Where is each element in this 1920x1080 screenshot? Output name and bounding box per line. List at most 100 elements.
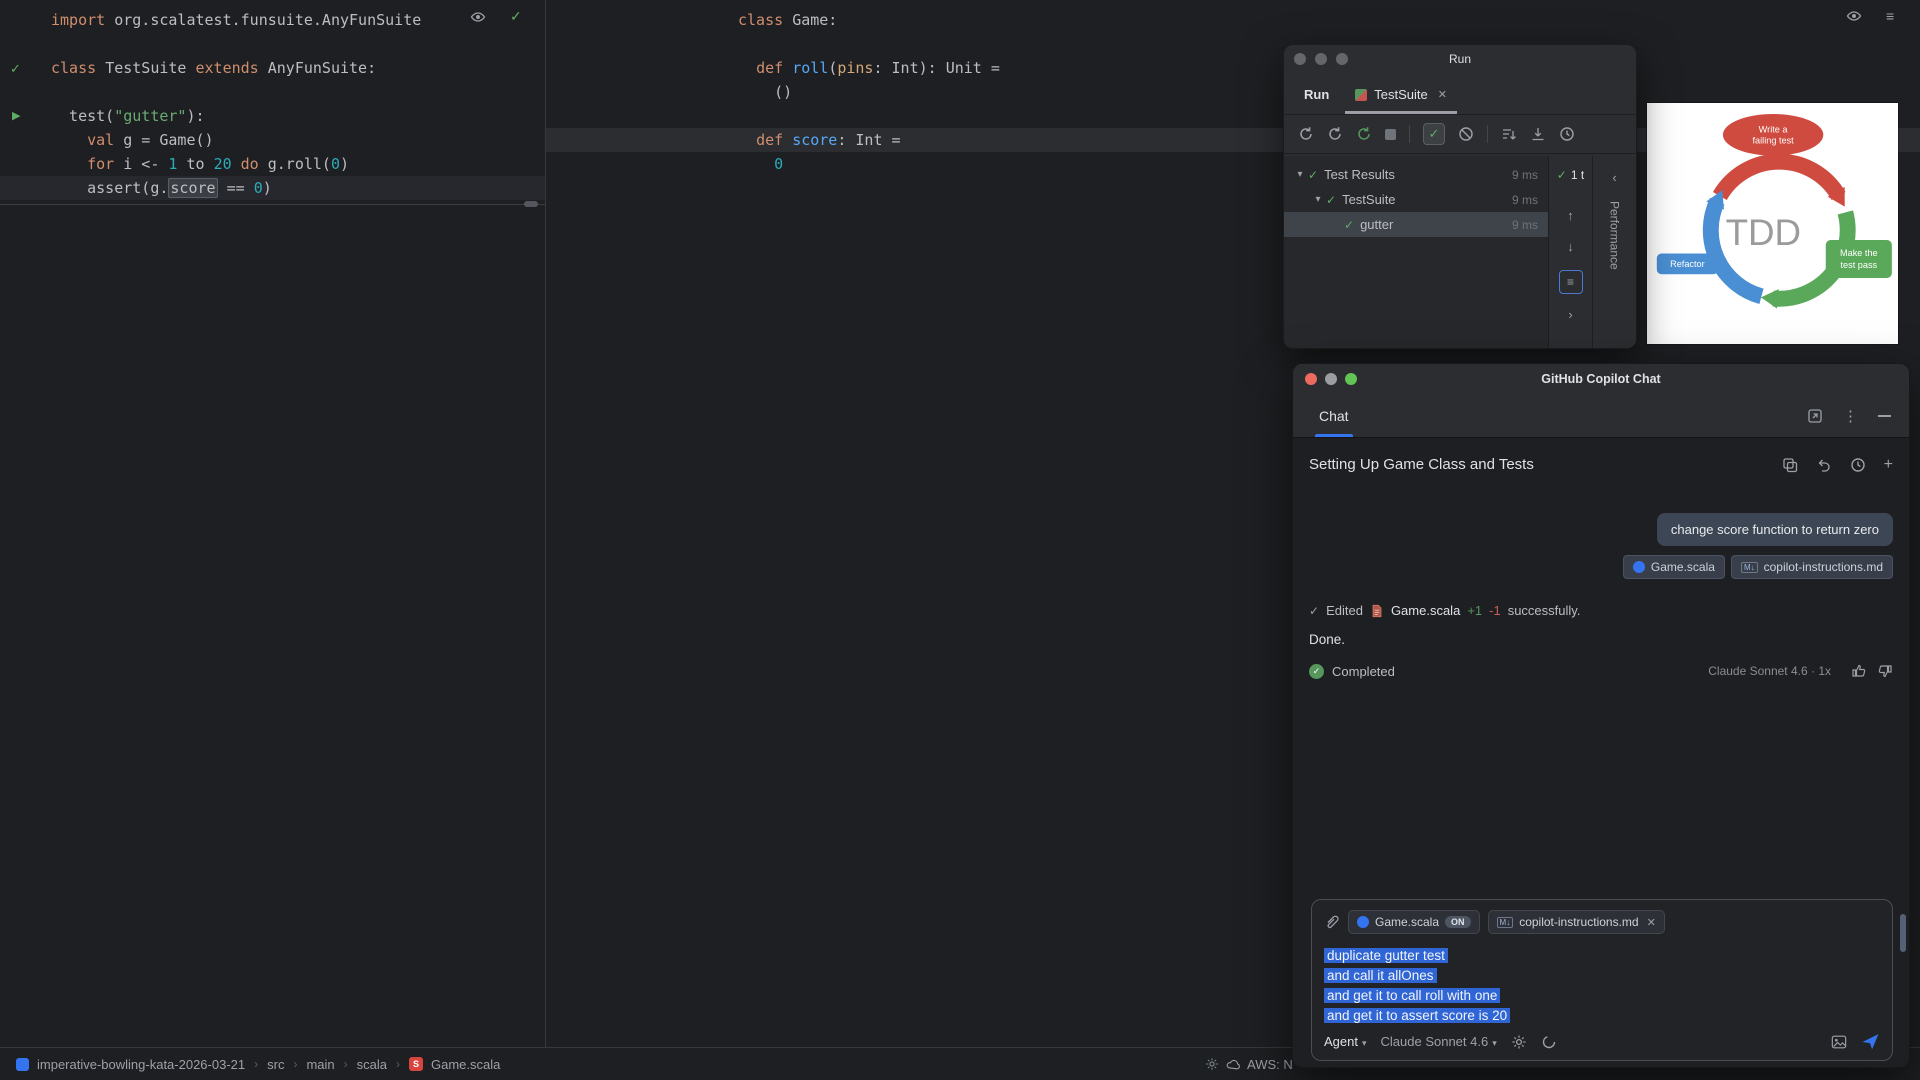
chat-input-box[interactable]: Game.scala ON M↓ copilot-instructions.md… bbox=[1311, 899, 1893, 1061]
mode-dropdown[interactable]: Agent ▾ bbox=[1324, 1034, 1367, 1049]
close-window-button[interactable] bbox=[1305, 373, 1317, 385]
code-line[interactable]: () bbox=[546, 80, 1920, 104]
auto-retest-icon[interactable] bbox=[1356, 126, 1372, 142]
minimize-window-button[interactable] bbox=[1325, 373, 1337, 385]
previous-failed-test-icon[interactable]: ↑ bbox=[1567, 208, 1574, 223]
minimize-window-button[interactable] bbox=[1315, 52, 1327, 65]
test-filter-icon[interactable]: ≡ bbox=[1558, 270, 1583, 294]
tests-passed-icon: ✓ bbox=[1556, 168, 1567, 182]
close-icon[interactable]: ✕ bbox=[1438, 88, 1447, 101]
chat-window-titlebar[interactable]: GitHub Copilot Chat bbox=[1293, 364, 1909, 394]
close-window-button[interactable] bbox=[1294, 52, 1306, 65]
code-line[interactable]: val g = Game() bbox=[0, 128, 545, 152]
file-reference-icon bbox=[1357, 916, 1369, 928]
remove-context-icon[interactable]: ✕ bbox=[1647, 916, 1656, 929]
new-chat-icon[interactable]: + bbox=[1884, 456, 1893, 473]
send-button[interactable] bbox=[1861, 1032, 1880, 1051]
reader-mode-eye-icon[interactable] bbox=[1846, 8, 1862, 24]
code-line[interactable]: import org.scalatest.funsuite.AnyFunSuit… bbox=[0, 8, 545, 32]
editor-splitter-grip[interactable] bbox=[524, 201, 538, 207]
context-chip-copilot-instructions[interactable]: M↓ copilot-instructions.md ✕ bbox=[1487, 910, 1665, 934]
run-tool-window[interactable]: Run Run TestSuite ✕ ✓ ▾ ✓ Test Results 9… bbox=[1283, 44, 1637, 349]
test-results-tree[interactable]: ▾ ✓ Test Results 9 ms ▾ ✓ TestSuite 9 ms… bbox=[1284, 156, 1548, 348]
code-line[interactable]: def roll(pins: Int): Unit = bbox=[546, 56, 1920, 80]
code-line[interactable]: test("gutter"): bbox=[0, 104, 545, 128]
attach-image-icon[interactable] bbox=[1831, 1034, 1847, 1050]
gutter-test-row[interactable]: ✓ gutter 9 ms bbox=[1284, 212, 1548, 237]
completed-label: Completed bbox=[1332, 663, 1395, 679]
inspection-menu-icon[interactable]: ≡ bbox=[1886, 8, 1895, 24]
undo-icon[interactable] bbox=[1816, 457, 1832, 473]
chevron-down-icon[interactable]: ▾ bbox=[1292, 169, 1308, 180]
editor-left-testsuite[interactable]: import org.scalatest.funsuite.AnyFunSuit… bbox=[0, 8, 545, 200]
inspections-ok-icon[interactable]: ✓ bbox=[510, 8, 522, 25]
gutter-run-test-icon[interactable]: ▶ bbox=[12, 109, 20, 122]
edited-file-name[interactable]: Game.scala bbox=[1391, 603, 1460, 618]
code-line[interactable]: assert(g. score == 0) bbox=[0, 176, 545, 200]
next-failed-test-icon[interactable]: ↓ bbox=[1567, 239, 1574, 254]
copilot-chat-window[interactable]: GitHub Copilot Chat Chat ⋮ Setting Up Ga… bbox=[1292, 363, 1910, 1068]
tab-testsuite[interactable]: TestSuite ✕ bbox=[1345, 87, 1457, 114]
rerun-tests-icon[interactable] bbox=[1298, 126, 1314, 142]
breadcrumb-main[interactable]: main bbox=[306, 1057, 334, 1072]
attach-file-icon[interactable] bbox=[1324, 914, 1340, 930]
show-ignored-icon[interactable] bbox=[1458, 126, 1474, 142]
zoom-window-button[interactable] bbox=[1345, 373, 1357, 385]
chat-input-text[interactable]: duplicate gutter test and call it allOne… bbox=[1324, 946, 1880, 1026]
breadcrumb-src[interactable]: src bbox=[267, 1057, 284, 1072]
reference-chip-game-scala[interactable]: Game.scala bbox=[1622, 555, 1725, 579]
thumbs-up-icon[interactable] bbox=[1851, 663, 1867, 679]
scala-file-icon bbox=[1370, 604, 1384, 618]
aws-status-widget[interactable]: AWS: N bbox=[1205, 1057, 1293, 1072]
chevron-right-icon[interactable]: › bbox=[1568, 307, 1572, 322]
code-line[interactable]: class Game: bbox=[546, 8, 1920, 32]
code-line[interactable] bbox=[0, 32, 545, 56]
sort-tests-icon[interactable] bbox=[1501, 126, 1517, 142]
breadcrumb-project[interactable]: imperative-bowling-kata-2026-03-21 bbox=[37, 1057, 245, 1072]
gutter-test-passed-icon[interactable]: ✓ bbox=[10, 61, 21, 77]
chat-conversation[interactable]: Setting Up Game Class and Tests + change… bbox=[1293, 438, 1909, 1067]
context-chip-game-scala[interactable]: Game.scala ON bbox=[1348, 910, 1480, 934]
history-clock-icon[interactable] bbox=[1850, 457, 1866, 473]
thumbs-down-icon[interactable] bbox=[1877, 663, 1893, 679]
model-dropdown[interactable]: Claude Sonnet 4.6 ▾ bbox=[1381, 1034, 1497, 1049]
stop-icon[interactable] bbox=[1385, 128, 1396, 140]
toolbar-separator bbox=[1409, 125, 1410, 143]
zoom-window-button[interactable] bbox=[1336, 52, 1348, 65]
breadcrumb-scala[interactable]: scala bbox=[357, 1057, 387, 1072]
code-line[interactable] bbox=[546, 32, 1920, 56]
run-window-titlebar[interactable]: Run bbox=[1284, 45, 1636, 72]
context-on-badge[interactable]: ON bbox=[1445, 916, 1471, 928]
usage-progress-icon[interactable] bbox=[1541, 1034, 1557, 1050]
hide-panel-icon[interactable] bbox=[1878, 414, 1891, 417]
code-line[interactable]: class TestSuite extends AnyFunSuite: bbox=[0, 56, 545, 80]
chevron-down-icon[interactable]: ▾ bbox=[1310, 194, 1326, 205]
collapse-panel-icon[interactable]: ‹ bbox=[1612, 170, 1616, 185]
import-test-results-icon[interactable] bbox=[1530, 126, 1546, 142]
testsuite-row[interactable]: ▾ ✓ TestSuite 9 ms bbox=[1284, 187, 1548, 212]
reference-chip-copilot-instructions[interactable]: M↓ copilot-instructions.md bbox=[1730, 555, 1893, 579]
tools-icon[interactable] bbox=[1511, 1034, 1527, 1050]
test-history-clock-icon[interactable] bbox=[1559, 126, 1575, 142]
conversations-icon[interactable] bbox=[1782, 457, 1798, 473]
tdd-green-label-line2: test pass bbox=[1840, 260, 1877, 270]
show-passed-toggle[interactable]: ✓ bbox=[1423, 123, 1445, 145]
rerun-failed-tests-icon[interactable] bbox=[1327, 126, 1343, 142]
diff-removed: -1 bbox=[1489, 603, 1501, 618]
test-node-label: TestSuite bbox=[1342, 192, 1396, 207]
scrollbar-thumb[interactable] bbox=[1900, 914, 1906, 952]
code-line[interactable]: for i <- 1 to 20 do g.roll(0) bbox=[0, 152, 545, 176]
tab-chat[interactable]: Chat bbox=[1311, 394, 1357, 437]
test-results-root-row[interactable]: ▾ ✓ Test Results 9 ms bbox=[1284, 162, 1548, 187]
tab-performance[interactable]: Performance bbox=[1608, 201, 1622, 270]
breadcrumb[interactable]: imperative-bowling-kata-2026-03-21 › src… bbox=[0, 1057, 500, 1072]
editor-split-divider[interactable] bbox=[545, 0, 546, 1047]
breadcrumb-file[interactable]: Game.scala bbox=[431, 1057, 500, 1072]
code-line[interactable] bbox=[0, 80, 545, 104]
test-duration: 9 ms bbox=[1511, 217, 1538, 232]
open-in-editor-icon[interactable] bbox=[1807, 408, 1823, 424]
user-message-bubble: change score function to return zero bbox=[1656, 513, 1893, 546]
assistant-message: Done. bbox=[1309, 632, 1346, 647]
reader-mode-eye-icon[interactable] bbox=[470, 9, 486, 25]
kebab-menu-icon[interactable]: ⋮ bbox=[1843, 407, 1858, 425]
